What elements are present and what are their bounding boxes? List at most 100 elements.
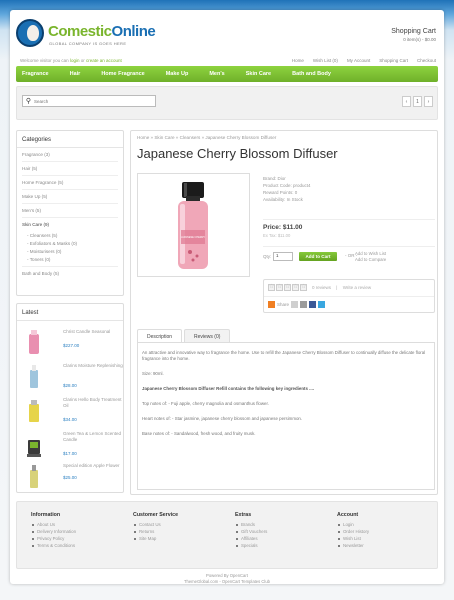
latest-product[interactable]: Christ Candle Seasonal $227.00 (23, 328, 121, 362)
footer-column-extras: Extras Brands Gift Vouchers Affiliates S… (235, 512, 267, 549)
menu-item-skin-care[interactable]: Skin Care (246, 71, 271, 77)
footer-link[interactable]: Affiliates (235, 535, 267, 542)
product-details: Brand: Dior Product Code: product4 Rewar… (263, 175, 311, 203)
twitter-icon[interactable] (318, 301, 326, 308)
product-thumbnail[interactable] (26, 432, 42, 458)
welcome-message: Welcome visitor you can login or create … (20, 58, 122, 63)
add-to-cart-button[interactable]: Add to Cart (299, 252, 337, 261)
qty-label: Qty: (263, 254, 272, 259)
subcategory-item[interactable]: - Cleansers (5) (22, 231, 118, 239)
menu-item-make-up[interactable]: Make Up (166, 71, 189, 77)
reviews-count-link[interactable]: 0 reviews (312, 285, 331, 290)
review-box: ☆ ☆ ☆ ☆ ☆ 0 reviews | Write a review Sha… (263, 279, 435, 313)
footer-link[interactable]: Gift Vouchers (235, 528, 267, 535)
availability: Availability: In Stock (263, 197, 303, 202)
latest-product[interactable]: Clarins Hello Body Treatment Oil $34.00 (23, 396, 123, 430)
latest-product-name[interactable]: Christ Candle Seasonal (63, 329, 123, 335)
breadcrumb[interactable]: Home » Skin Care » Cleansers » Japanese … (137, 135, 276, 140)
categories-title: Categories (17, 131, 123, 148)
tab-reviews[interactable]: Reviews (0) (184, 329, 231, 343)
latest-product-price: $25.00 (63, 475, 77, 480)
product-thumbnail[interactable] (26, 330, 42, 356)
footer-column-information: Information About Us Delivery Informatio… (31, 512, 76, 549)
logo-tagline: GLOBAL COMPANY IS GOES HERE (49, 41, 127, 46)
pager-page-button[interactable]: 1 (413, 96, 422, 107)
email-icon[interactable] (300, 301, 308, 308)
reward-points: Reward Points: 0 (263, 190, 298, 195)
cart-summary[interactable]: 0 item(s) - $0.00 (391, 37, 436, 42)
footer-link[interactable]: Order History (337, 528, 369, 535)
product-thumbnail[interactable] (26, 364, 42, 390)
latest-product[interactable]: Clarins Moisture Replenishing $28.00 (23, 362, 123, 396)
menu-item-mens[interactable]: Men's (209, 71, 224, 77)
share-label[interactable]: Share (277, 302, 289, 307)
top-link-account[interactable]: My Account (347, 58, 370, 63)
add-to-compare-link[interactable]: Add to Compare (355, 257, 386, 263)
share-icon[interactable] (268, 301, 275, 308)
product-brand[interactable]: Brand: Dior (263, 175, 311, 182)
footer-link[interactable]: Privacy Policy (31, 535, 76, 542)
add-to-wishlist-link[interactable]: Add to Wish List (355, 251, 386, 257)
store-logo[interactable]: ComesticOnline GLOBAL COMPANY IS GOES HE… (16, 19, 176, 59)
category-item[interactable]: Bath and Body (5) (22, 267, 118, 280)
latest-box: Latest Christ Candle Seasonal $227.00 Cl… (16, 303, 124, 493)
footer-link[interactable]: Delivery Information (31, 528, 76, 535)
menu-item-hair[interactable]: Hair (70, 71, 81, 77)
product-content: Home » Skin Care » Cleansers » Japanese … (130, 130, 438, 495)
top-link-home[interactable]: Home (292, 58, 304, 63)
tab-description[interactable]: Description (137, 329, 183, 343)
latest-product-name[interactable]: Clarins Moisture Replenishing (63, 363, 123, 369)
latest-title: Latest (17, 304, 123, 321)
review-links: 0 reviews | Write a review (312, 285, 371, 290)
print-icon[interactable] (291, 301, 299, 308)
latest-product-name[interactable]: Clarins Hello Body Treatment Oil (63, 397, 123, 409)
footer-link[interactable]: Contact Us (133, 521, 178, 528)
write-review-link[interactable]: Write a review (343, 285, 371, 290)
search-input[interactable] (34, 98, 144, 104)
footer-link[interactable]: About Us (31, 521, 76, 528)
latest-product[interactable]: Green Tea & Lemon Scented Candle $17.00 (23, 430, 121, 464)
footer-link[interactable]: Returns (133, 528, 178, 535)
product-price: Price: $11.00 (263, 224, 303, 231)
category-item[interactable]: Hair (5) (22, 162, 118, 176)
product-thumbnail[interactable] (26, 398, 42, 424)
footer-link[interactable]: Site Map (133, 535, 178, 542)
category-item[interactable]: Men's (5) (22, 204, 118, 218)
subcategory-item[interactable]: - Moisturisers (0) (22, 247, 118, 255)
menu-item-home-fragrance[interactable]: Home Fragrance (101, 71, 144, 77)
subcategory-item[interactable]: - Toners (0) (22, 255, 118, 267)
latest-product-price: $17.00 (63, 451, 77, 456)
create-account-link[interactable]: create an account (86, 58, 122, 63)
footer-link[interactable]: Newsletter (337, 542, 369, 549)
pager-prev-button[interactable]: ‹ (402, 96, 411, 107)
category-item-active[interactable]: Skin Care (9) (22, 218, 118, 231)
subcategory-item[interactable]: - Exfoliators & Masks (0) (22, 239, 118, 247)
top-link-checkout[interactable]: Checkout (417, 58, 436, 63)
menu-item-fragrance[interactable]: Fragrance (22, 71, 49, 77)
menu-item-bath-body[interactable]: Bath and Body (292, 71, 331, 77)
top-link-cart[interactable]: Shopping Cart (379, 58, 408, 63)
category-item[interactable]: Home Fragrance (5) (22, 176, 118, 190)
shopping-cart-widget[interactable]: Shopping Cart 0 item(s) - $0.00 (391, 28, 436, 42)
top-link-wishlist[interactable]: Wish List (0) (313, 58, 338, 63)
footer-link[interactable]: Terms & Conditions (31, 542, 76, 549)
footer-link[interactable]: Specials (235, 542, 267, 549)
latest-product-name[interactable]: Special edition Apple Flower (63, 463, 123, 469)
quantity-input[interactable]: 1 (273, 252, 293, 261)
facebook-icon[interactable] (309, 301, 317, 308)
powered-by-credit[interactable]: ThemeGlobal.com - OpenCart Templates Clu… (10, 579, 444, 585)
product-thumbnail[interactable] (26, 464, 42, 490)
search-icon[interactable]: ⚲ (23, 96, 34, 107)
category-item[interactable]: Fragrance (3) (22, 148, 118, 162)
footer-link[interactable]: Login (337, 521, 369, 528)
footer-link[interactable]: Wish List (337, 535, 369, 542)
product-image[interactable]: JAPANESE CHERRY (137, 173, 250, 277)
search-box: ⚲ (22, 95, 156, 107)
login-link[interactable]: login (70, 58, 80, 63)
footer-link[interactable]: Brands (235, 521, 267, 528)
footer-heading: Information (31, 512, 61, 518)
latest-product[interactable]: Special edition Apple Flower $25.00 (23, 462, 121, 496)
latest-product-name[interactable]: Green Tea & Lemon Scented Candle (63, 431, 123, 443)
category-item[interactable]: Make Up (5) (22, 190, 118, 204)
pager-next-button[interactable]: › (424, 96, 433, 107)
